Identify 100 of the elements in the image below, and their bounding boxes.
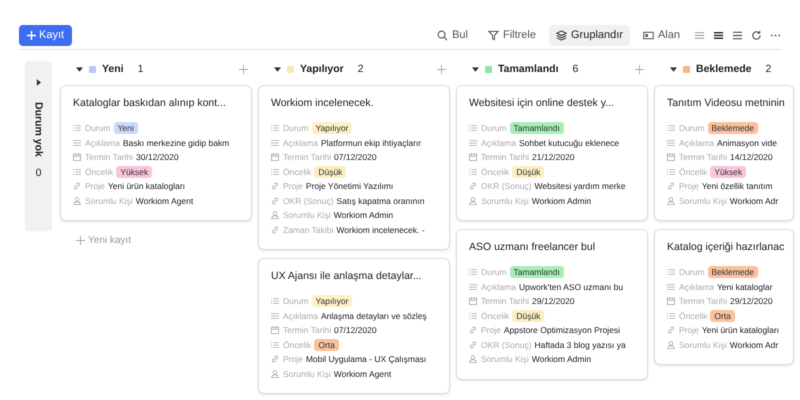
- field-value: Baskı merkezine gidip bakm: [122, 138, 230, 148]
- field-label: Termin Tarihi: [679, 296, 728, 306]
- lane-label: Durum yok: [32, 102, 44, 157]
- card-icon: [642, 30, 654, 40]
- link-icon: [271, 355, 279, 364]
- text-lines-icon: [469, 138, 477, 147]
- field-label: Öncelik: [679, 166, 708, 177]
- text-lines-icon: [271, 138, 279, 147]
- status-tag: Düşük: [314, 166, 346, 178]
- caret-icon[interactable]: [76, 66, 83, 72]
- column-count: 2: [765, 63, 772, 75]
- collapsed-lane[interactable]: Durum yok 0: [25, 61, 52, 231]
- record-card[interactable]: UX Ajansı ile anlaşma detaylar... Durum Yapılıyor Açıklama Anlaşma detayları ve sözleş Termin Tarihi 07/12/2020 Öncelik Orta Proje Mobil Uygulama - UX Çalışması Sorumlu Kişi Workiom Agent: [258, 258, 450, 394]
- field-value: Workiom Admin: [532, 196, 592, 206]
- list-icon: [667, 168, 675, 176]
- link-icon: [469, 326, 477, 334]
- plus-icon: [76, 236, 85, 245]
- field-value: Workiom Admin: [532, 354, 592, 364]
- list-icon: [271, 297, 279, 306]
- list-icon: [667, 124, 675, 132]
- field-value: 07/12/2020: [334, 152, 377, 162]
- caret-icon[interactable]: [670, 66, 677, 72]
- field-value: Sohbet kutucuğu eklenece: [518, 138, 620, 148]
- column-title: Tamamlandı: [498, 63, 558, 75]
- field-label: Açıklama: [481, 282, 516, 292]
- link-icon: [271, 196, 279, 205]
- toolbar-button[interactable]: Alan: [636, 24, 687, 46]
- plus-icon: [27, 30, 36, 40]
- column-count: 2: [358, 63, 364, 75]
- field-label: Proje: [283, 354, 303, 364]
- toolbar-button[interactable]: Bul: [430, 24, 475, 46]
- link-icon: [469, 182, 477, 190]
- text-lines-icon: [469, 282, 477, 291]
- field-label: Termin Tarihi: [679, 152, 728, 162]
- field-value: 29/12/2020: [730, 296, 773, 306]
- caret-icon[interactable]: [274, 66, 281, 72]
- record-card[interactable]: Websitesi için online destek y... Durum Tamamlandı Açıklama Sohbet kutucuğu eklenece Termin Tarihi 21/12/2020 Öncelik Düşük OKR (Sonuç) Websitesi yardım merke Sorumlu Kişi Workiom Admin: [456, 85, 648, 221]
- card-title: Kataloglar baskıdan alınıp kont...: [73, 97, 227, 109]
- field-value: Anlaşma detayları ve sözleş: [320, 310, 427, 321]
- record-card[interactable]: Katalog içeriği hazırlanac Durum Beklemede Açıklama Yeni kataloglar Termin Tarihi 29/12/2020 Öncelik Orta Proje Yeni ürün katalogları Sorumlu Kişi Workiom Adr: [654, 229, 794, 365]
- field-label: Sorumlu Kişi: [85, 196, 133, 206]
- field-label: Öncelik: [283, 340, 312, 350]
- field-label: Durum: [481, 123, 507, 134]
- list-view-icon[interactable]: [732, 30, 743, 40]
- link-icon: [271, 182, 279, 190]
- field-label: Durum: [283, 296, 309, 306]
- field-value: Upwork'ten ASO uzmanı bu: [518, 282, 624, 292]
- calendar-icon: [469, 297, 477, 306]
- field-value: Yeni ürün katalogları: [108, 181, 186, 192]
- list-icon: [271, 168, 279, 176]
- record-card[interactable]: Kataloglar baskıdan alınıp kont... Durum Yeni Açıklama Baskı merkezine gidip bakm Termin Tarihi 30/12/2020 Öncelik Yüksek Proje Yeni ürün katalogları Sorumlu Kişi Workiom Agent: [60, 85, 252, 221]
- field-value: Proje Yönetimi Yazılımı: [306, 181, 394, 192]
- field-value: Yeni kataloglar: [716, 282, 772, 292]
- field-value: Animasyon vide: [716, 138, 777, 148]
- field-value: 14/12/2020: [730, 152, 773, 162]
- field-value: Yeni özellik tanıtım: [702, 181, 772, 192]
- field-value: Platformun ekip ihtiyaçlarır: [320, 138, 422, 148]
- field-label: Termin Tarihi: [481, 152, 530, 162]
- list-icon: [469, 268, 477, 276]
- expand-arrow-icon[interactable]: [36, 79, 41, 86]
- list-icon: [667, 312, 675, 320]
- field-value: Workiom Adr: [730, 196, 778, 206]
- status-tag: Düşük: [512, 166, 544, 178]
- toolbar-button[interactable]: Filtrele: [480, 24, 543, 46]
- field-label: Termin Tarihi: [283, 152, 332, 162]
- field-value: Workiom Adr: [730, 340, 778, 350]
- field-value: Workiom Agent: [334, 368, 392, 379]
- record-card[interactable]: [456, 229, 648, 380]
- field-label: Sorumlu Kişi: [679, 196, 727, 206]
- add-record-button[interactable]: Kayıt: [19, 24, 72, 46]
- toolbar-button[interactable]: Gruplandır: [548, 24, 630, 46]
- card-title: Tanıtım Videosu metninin: [667, 97, 786, 109]
- card-title: UX Ajansı ile anlaşma detaylar...: [271, 270, 423, 282]
- field-label: Öncelik: [481, 310, 510, 321]
- card-title: Websitesi için online destek y...: [469, 97, 615, 109]
- field-label: Öncelik: [85, 166, 114, 177]
- list-view-icon[interactable]: [713, 30, 724, 40]
- field-label: Proje: [679, 181, 699, 192]
- field-label: Termin Tarihi: [85, 152, 134, 162]
- record-card[interactable]: Tanıtım Videosu metninin Durum Beklemede Açıklama Animasyon vide Termin Tarihi 14/12/2020 Öncelik Yüksek Proje Yeni özellik tanıtım Sorumlu Kişi Workiom Adr: [654, 85, 794, 221]
- field-label: Öncelik: [679, 310, 708, 321]
- field-label: Durum: [679, 123, 705, 134]
- person-icon: [667, 196, 675, 205]
- caret-icon[interactable]: [472, 66, 479, 72]
- card-title: Katalog içeriği hazırlanac: [667, 241, 786, 253]
- refresh-icon[interactable]: [751, 30, 762, 40]
- person-icon: [469, 355, 477, 364]
- status-tag: Yeni: [114, 122, 138, 134]
- record-card[interactable]: [258, 85, 450, 250]
- field-value: 30/12/2020: [136, 152, 179, 162]
- text-lines-icon: [667, 282, 675, 291]
- status-tag: Yüksek: [710, 166, 746, 178]
- status-tag: Orta: [710, 310, 735, 322]
- field-value: Satış kapatma oranının: [336, 196, 424, 206]
- field-label: Durum: [85, 123, 111, 134]
- field-label: Öncelik: [481, 166, 510, 177]
- lane-count: 0: [36, 166, 42, 179]
- field-label: Durum: [481, 267, 507, 278]
- field-label: Zaman Takibi: [283, 224, 334, 235]
- field-value: 29/12/2020: [532, 296, 575, 306]
